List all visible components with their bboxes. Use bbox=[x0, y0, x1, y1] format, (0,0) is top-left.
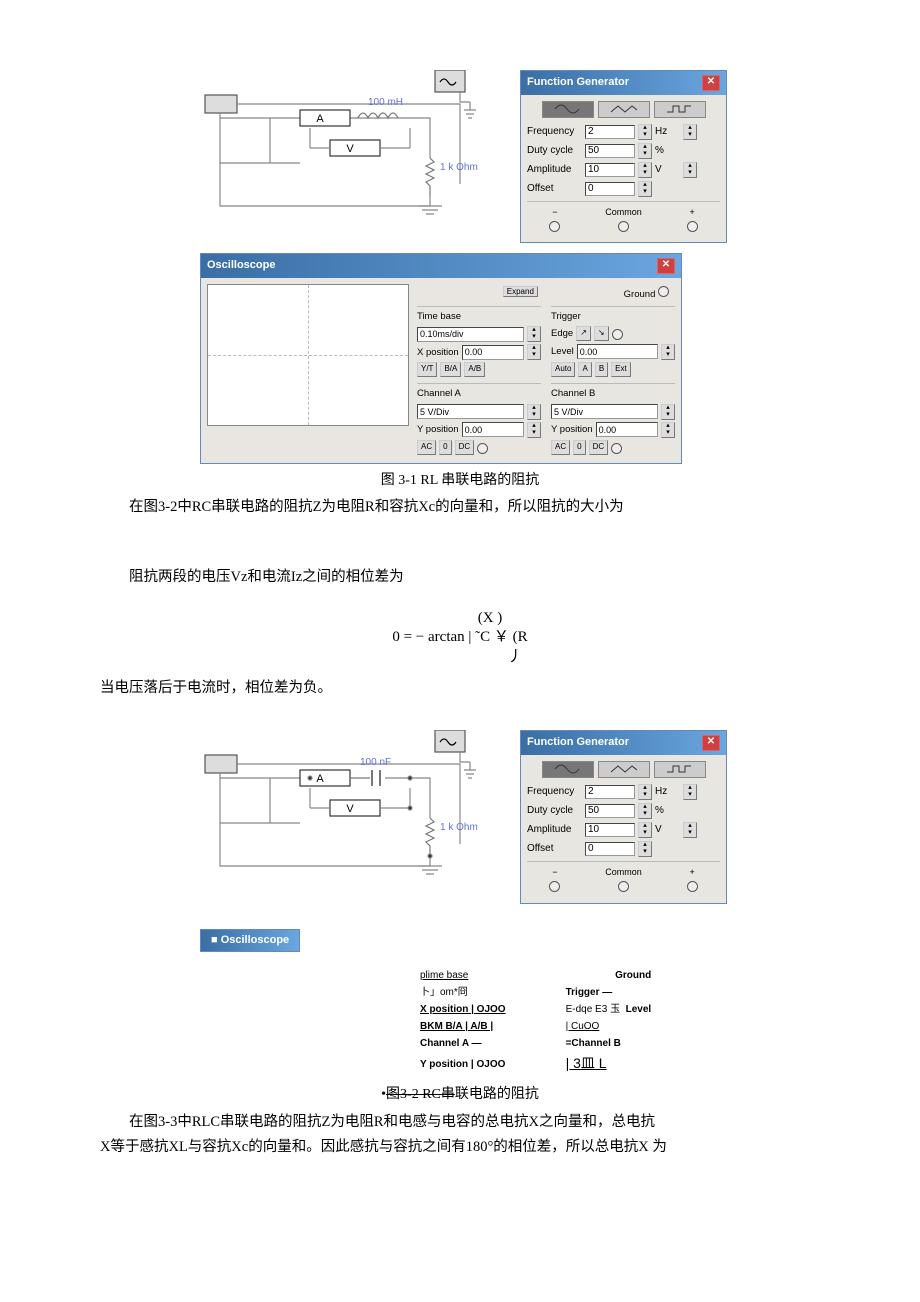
function-generator-window-2: Function Generator ✕ Frequency▴▾Hz▴▾ Dut… bbox=[520, 730, 727, 903]
duty-input[interactable] bbox=[585, 144, 635, 158]
amp-unit: V bbox=[655, 162, 680, 178]
svg-text:1 k Ohm: 1 k Ohm bbox=[440, 162, 478, 173]
timebase-input[interactable] bbox=[417, 327, 524, 342]
oscilloscope-window-1: Oscilloscope ✕ Expand Ground Time base ▴… bbox=[200, 253, 682, 463]
terminal-plus[interactable] bbox=[687, 221, 698, 232]
ground-terminal[interactable] bbox=[658, 286, 669, 297]
osc-display bbox=[207, 284, 409, 426]
amp-label: Amplitude bbox=[527, 162, 582, 178]
svg-text:100 nF: 100 nF bbox=[360, 757, 391, 768]
cha-vdiv-input[interactable] bbox=[417, 404, 524, 419]
wave-triangle-button[interactable] bbox=[598, 101, 650, 118]
ab-button[interactable]: A/B bbox=[464, 362, 485, 377]
paragraph-4b: X等于感抗XL与容抗Xc的向量和。因此感抗与容抗之间有180°的相位差，所以总电… bbox=[100, 1136, 820, 1159]
freq-unit: Hz bbox=[655, 124, 680, 140]
off-input[interactable] bbox=[585, 182, 635, 196]
close-icon[interactable]: ✕ bbox=[702, 735, 720, 751]
circuit-diagram-1: 100 mH 1 k Ohm A V bbox=[200, 70, 500, 230]
duty-unit: % bbox=[655, 143, 680, 159]
edge-rise-button[interactable]: ↗ bbox=[576, 326, 591, 341]
figure-2-caption: •图3-2 RC串联电路的阻抗 bbox=[60, 1084, 860, 1106]
voltmeter-label: V bbox=[346, 143, 354, 155]
svg-text:100 mH: 100 mH bbox=[368, 97, 403, 108]
expand-button[interactable]: Expand bbox=[503, 286, 538, 297]
figure-1-area: 100 mH 1 k Ohm A V Function Generator ✕ bbox=[200, 70, 860, 243]
close-icon[interactable]: ✕ bbox=[657, 258, 675, 274]
osc-title: Oscilloscope bbox=[207, 257, 275, 275]
svg-text:1 k Ohm: 1 k Ohm bbox=[440, 822, 478, 833]
chb-vdiv-input[interactable] bbox=[551, 404, 658, 419]
edge-fall-button[interactable]: ↘ bbox=[594, 326, 609, 341]
formula-block: (X ) 0 = − arctan | ˜C ￥ (R 丿 bbox=[60, 609, 860, 668]
terminal-common[interactable] bbox=[618, 221, 629, 232]
figure-1-caption: 图 3-1 RL 串联电路的阻抗 bbox=[60, 470, 860, 492]
wave-square-button[interactable] bbox=[654, 101, 706, 118]
svg-text:A: A bbox=[316, 773, 324, 785]
close-icon[interactable]: ✕ bbox=[702, 75, 720, 91]
xpos-input[interactable] bbox=[462, 345, 524, 360]
paragraph-4a: 在图3-3中RLC串联电路的阻抗Z为电阻R和电感与电容的总电抗X之向量和，总电抗 bbox=[100, 1111, 820, 1134]
fg-title: Function Generator bbox=[527, 74, 629, 92]
level-input[interactable] bbox=[577, 344, 658, 359]
off-label: Offset bbox=[527, 181, 582, 197]
oscilloscope-label-2: ■ Oscilloscope bbox=[200, 929, 300, 953]
amp-input[interactable] bbox=[585, 163, 635, 177]
wave-sine-button[interactable] bbox=[542, 101, 594, 118]
wave-triangle-button[interactable] bbox=[598, 761, 650, 778]
chb-ypos-input[interactable] bbox=[596, 422, 658, 437]
freq-label: Frequency bbox=[527, 124, 582, 140]
cha-ypos-input[interactable] bbox=[462, 422, 524, 437]
paragraph-2: 阻抗两段的电压Vz和电流Iz之间的相位差为 bbox=[100, 566, 820, 589]
trig-auto-button[interactable]: Auto bbox=[551, 362, 575, 377]
wave-square-button[interactable] bbox=[654, 761, 706, 778]
paragraph-3: 当电压落后于电流时，相位差为负。 bbox=[100, 677, 820, 700]
freq-input[interactable] bbox=[585, 125, 635, 139]
duty-label: Duty cycle bbox=[527, 143, 582, 159]
freq-spinner[interactable]: ▴▾ bbox=[638, 124, 652, 140]
circuit-diagram-2: 100 nF 1 k Ohm A V bbox=[200, 730, 500, 890]
ammeter-label: A bbox=[316, 113, 324, 125]
figure-2-area: 100 nF 1 k Ohm A V Function Generator ✕ … bbox=[200, 730, 860, 903]
ba-button[interactable]: B/A bbox=[440, 362, 461, 377]
oscilloscope-text-2: plime base 卜」om*冏 X position | OJOO BKM … bbox=[420, 967, 860, 1076]
yt-button[interactable]: Y/T bbox=[417, 362, 437, 377]
svg-text:V: V bbox=[346, 803, 354, 815]
paragraph-1: 在图3-2中RC串联电路的阻抗Z为电阻R和容抗Xc的向量和，所以阻抗的大小为 bbox=[100, 496, 820, 519]
terminal-minus[interactable] bbox=[549, 221, 560, 232]
function-generator-window-1: Function Generator ✕ Frequency▴▾Hz▴▾ Dut… bbox=[520, 70, 727, 243]
wave-sine-button[interactable] bbox=[542, 761, 594, 778]
